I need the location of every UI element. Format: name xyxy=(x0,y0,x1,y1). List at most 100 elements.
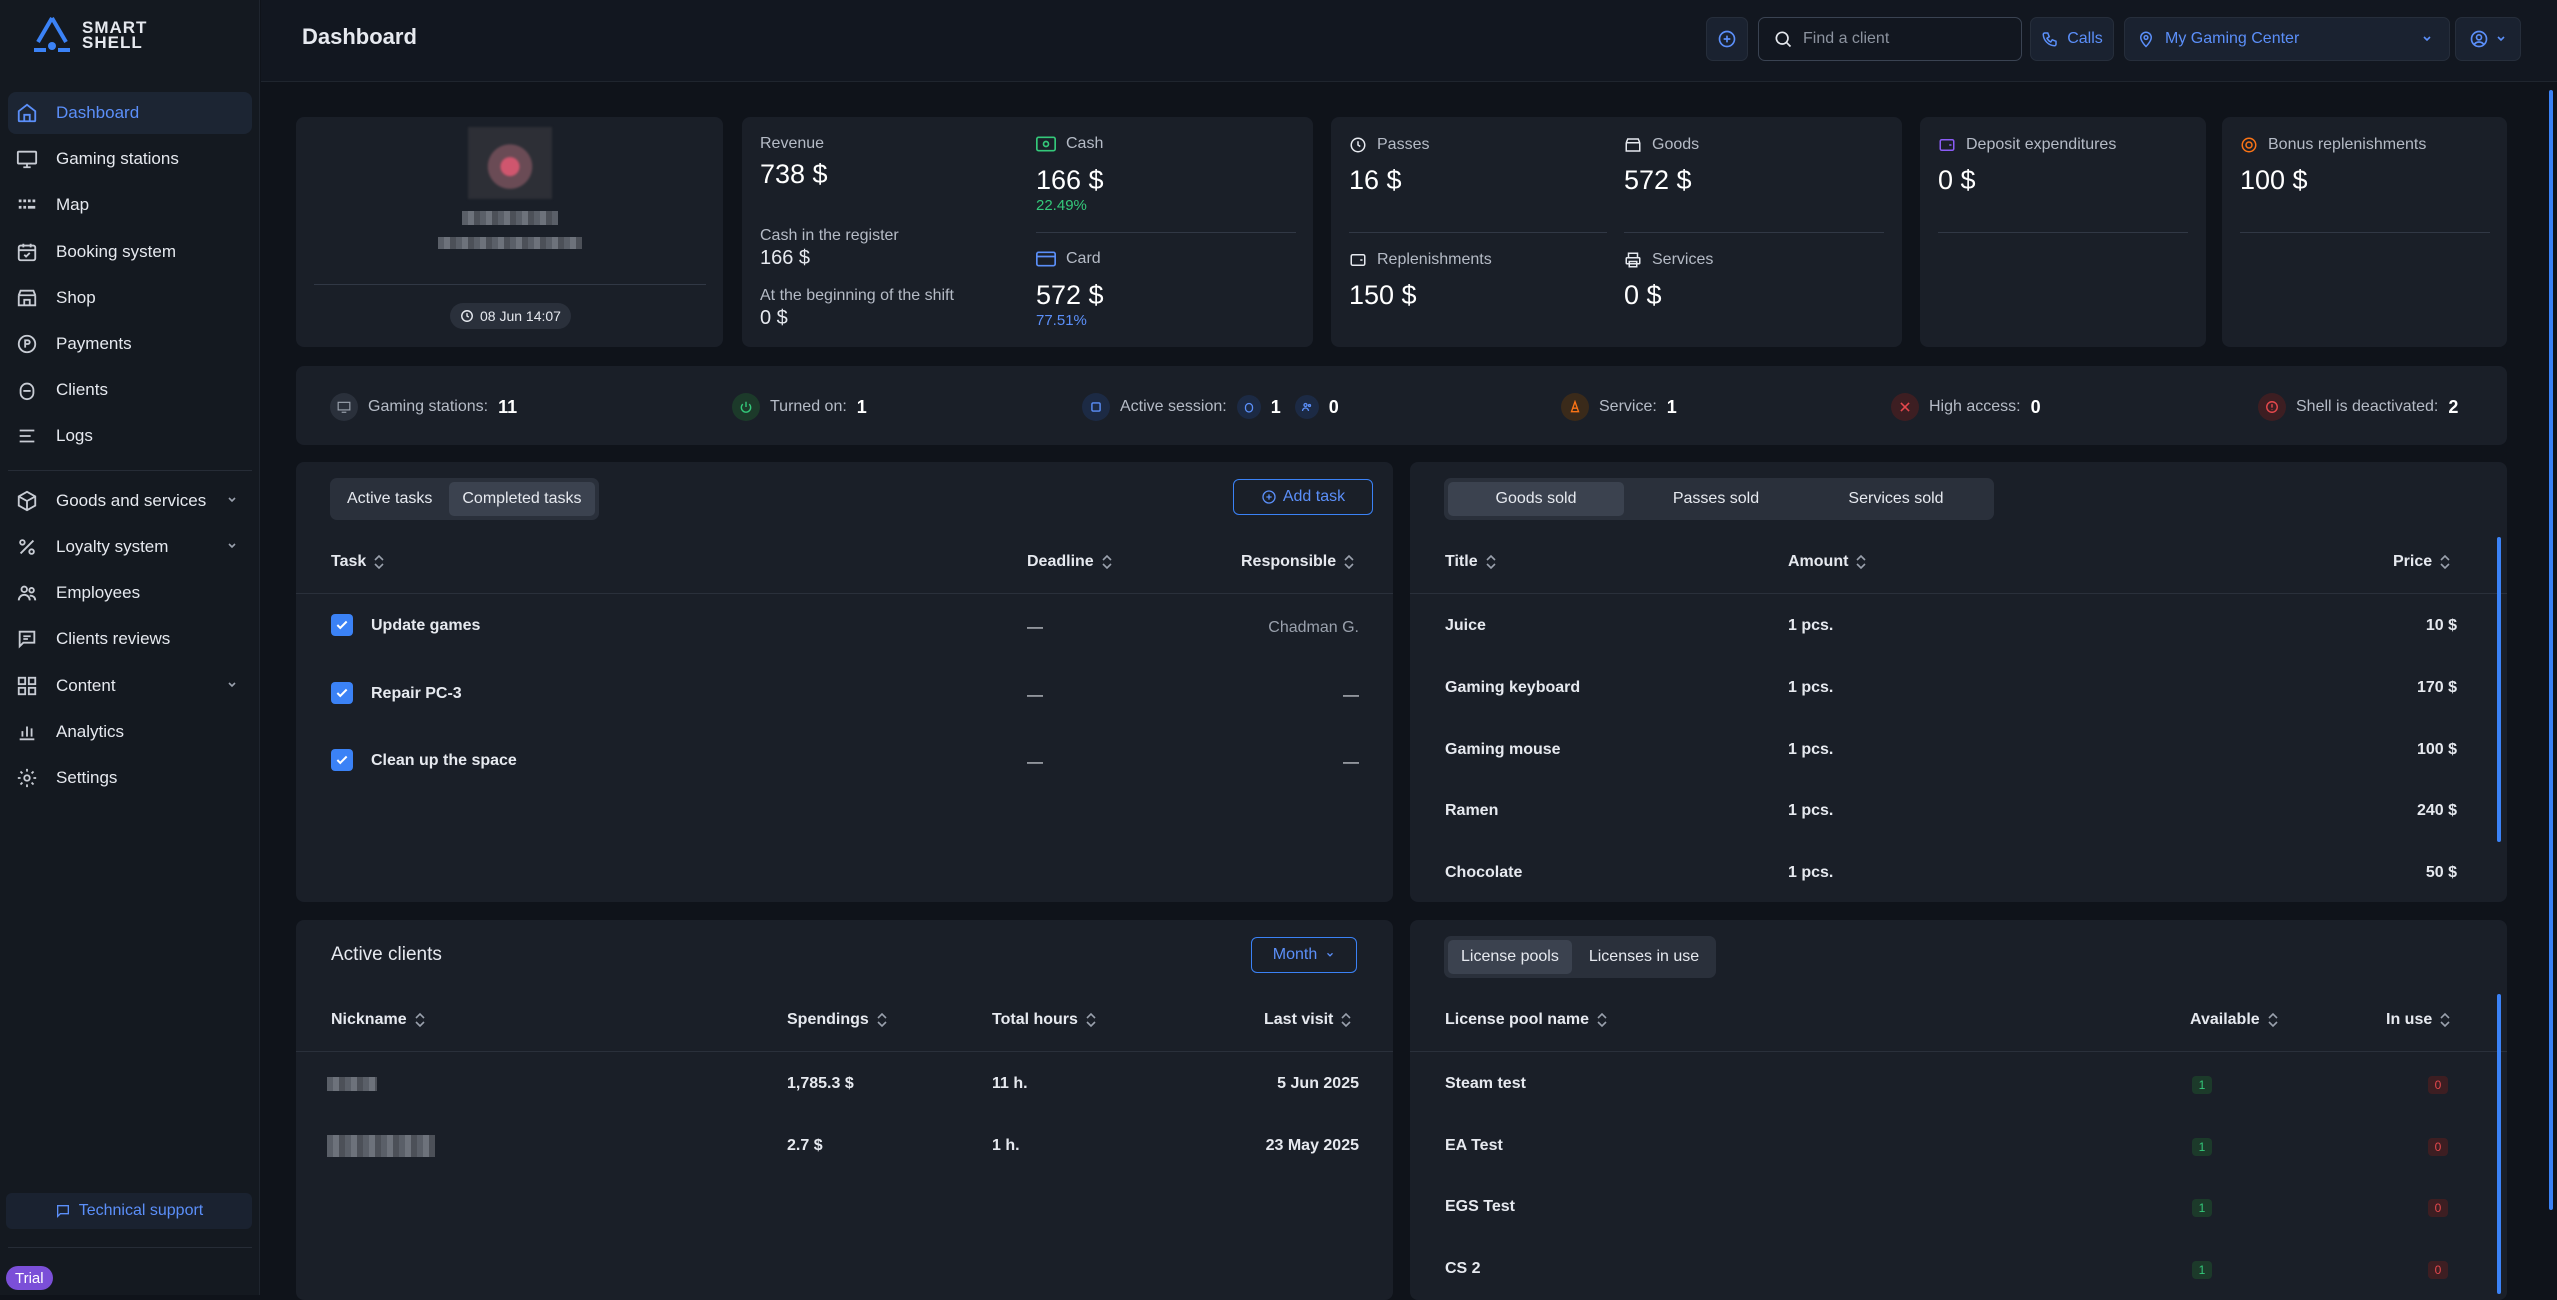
list-icon xyxy=(19,429,35,443)
sidebar-item-logs[interactable]: Logs xyxy=(8,415,252,457)
tab-goods-sold[interactable]: Goods sold xyxy=(1448,482,1624,516)
client-nickname-redacted[interactable] xyxy=(327,1077,377,1091)
sort-icon xyxy=(1856,554,1867,570)
period-select[interactable]: Month xyxy=(1251,937,1357,973)
clock-icon xyxy=(1350,137,1366,153)
logo[interactable]: SMART SHELL xyxy=(30,16,147,54)
sort-icon xyxy=(415,1012,425,1028)
goods-title: Juice xyxy=(1445,617,1486,634)
stat-turned-on[interactable]: Turned on: 1 xyxy=(732,393,867,421)
sidebar-item-settings[interactable]: Settings xyxy=(8,757,252,799)
column-header-price[interactable]: Price xyxy=(2393,553,2450,571)
sales-card: Passes 16 $ Replenishments 150 $ Goods 5… xyxy=(1331,117,1902,347)
tab-license-pools[interactable]: License pools xyxy=(1448,940,1572,974)
period-label: Month xyxy=(1272,946,1318,963)
column-header-last-visit[interactable]: Last visit xyxy=(1264,1011,1351,1029)
client-last-visit: 23 May 2025 xyxy=(1265,1137,1359,1154)
stat-label: High access: xyxy=(1929,398,2021,415)
calls-button[interactable]: Calls xyxy=(2030,17,2114,61)
client-nickname-redacted[interactable] xyxy=(327,1135,435,1157)
licenses-scrollbar[interactable] xyxy=(2497,994,2501,1294)
tab-passes-sold[interactable]: Passes sold xyxy=(1628,482,1804,516)
stat-value: 2 xyxy=(2448,396,2459,417)
percent-icon xyxy=(19,539,35,555)
task-title: Update games xyxy=(371,617,481,634)
in-use-badge: 0 xyxy=(2428,1076,2448,1094)
column-header-pool-name[interactable]: License pool name xyxy=(1445,1011,1607,1029)
column-label: Responsible xyxy=(1241,553,1337,570)
sidebar-item-content[interactable]: Content xyxy=(8,665,252,707)
sidebar-item-reviews[interactable]: Clients reviews xyxy=(8,618,252,660)
sidebar-item-booking[interactable]: Booking system xyxy=(8,231,252,273)
sidebar-item-gaming-stations[interactable]: Gaming stations xyxy=(8,138,252,180)
stat-service[interactable]: Service: 1 xyxy=(1561,393,1677,421)
target-icon xyxy=(2241,137,2257,153)
technical-support-button[interactable]: Technical support xyxy=(6,1193,252,1229)
sidebar-item-shop[interactable]: Shop xyxy=(8,277,252,319)
goods-scrollbar[interactable] xyxy=(2497,537,2501,842)
tab-services-sold[interactable]: Services sold xyxy=(1808,482,1984,516)
column-header-nickname[interactable]: Nickname xyxy=(331,1011,425,1029)
sidebar-item-label: Employees xyxy=(56,583,141,602)
trial-badge[interactable]: Trial xyxy=(6,1266,53,1290)
sidebar-item-analytics[interactable]: Analytics xyxy=(8,711,252,753)
bonus-label: Bonus replenishments xyxy=(2268,136,2427,153)
calendar-icon xyxy=(17,243,37,262)
sidebar-item-goods-services[interactable]: Goods and services xyxy=(8,480,252,522)
shift-time: 08 Jun 14:07 xyxy=(480,308,561,324)
goods-value: 572 $ xyxy=(1624,165,1692,195)
stat-shell-deactivated[interactable]: Shell is deactivated: 2 xyxy=(2258,393,2458,421)
sidebar-item-loyalty[interactable]: Loyalty system xyxy=(8,526,252,568)
sort-icon xyxy=(2268,1012,2278,1028)
sidebar-item-employees[interactable]: Employees xyxy=(8,572,252,614)
stat-gaming-stations[interactable]: Gaming stations: 11 xyxy=(330,393,517,421)
column-header-available[interactable]: Available xyxy=(2190,1011,2278,1029)
task-checkbox[interactable] xyxy=(331,749,353,771)
revenue-card: Revenue 738 $ Cash in the register 166 $… xyxy=(742,117,1313,347)
location-select[interactable]: My Gaming Center xyxy=(2124,17,2450,61)
gear-icon xyxy=(17,768,37,788)
user-menu-button[interactable] xyxy=(2455,17,2521,61)
page-scrollbar[interactable] xyxy=(2549,90,2553,1210)
column-header-amount[interactable]: Amount xyxy=(1788,553,1867,571)
stat-active-session[interactable]: Active session: 1 0 xyxy=(1082,393,1339,421)
search-input[interactable]: Find a client xyxy=(1758,17,2022,61)
sidebar-item-payments[interactable]: Payments xyxy=(8,323,252,365)
plus-circle-icon xyxy=(1718,30,1736,48)
stat-high-access[interactable]: High access: 0 xyxy=(1891,393,2041,421)
divider xyxy=(1410,593,2507,594)
sidebar-item-label: Shop xyxy=(56,288,96,307)
task-checkbox[interactable] xyxy=(331,614,353,636)
guest-icon xyxy=(1236,395,1261,419)
add-button[interactable] xyxy=(1706,17,1748,61)
column-header-deadline[interactable]: Deadline xyxy=(1027,553,1112,571)
sidebar-divider xyxy=(8,470,252,471)
column-header-title[interactable]: Title xyxy=(1445,553,1496,571)
client-spendings: 2.7 $ xyxy=(787,1137,823,1154)
sidebar-item-map[interactable]: Map xyxy=(8,184,252,226)
in-use-badge: 0 xyxy=(2428,1138,2448,1156)
tab-completed-tasks[interactable]: Completed tasks xyxy=(449,482,595,516)
column-header-spendings[interactable]: Spendings xyxy=(787,1011,887,1029)
add-task-button[interactable]: Add task xyxy=(1233,479,1373,515)
column-header-in-use[interactable]: In use xyxy=(2386,1011,2450,1029)
column-header-task[interactable]: Task xyxy=(331,553,384,571)
divider xyxy=(296,593,1393,594)
deposit-value: 0 $ xyxy=(1938,165,1976,195)
sidebar-item-label: Settings xyxy=(56,768,118,787)
sidebar-item-clients[interactable]: Clients xyxy=(8,369,252,411)
check-icon xyxy=(336,755,348,765)
employee-role-redacted xyxy=(438,237,582,249)
sidebar-item-label: Logs xyxy=(56,426,93,445)
column-header-responsible[interactable]: Responsible xyxy=(1241,553,1354,571)
cone-icon xyxy=(1561,393,1589,421)
avatar[interactable] xyxy=(468,127,552,199)
replenishments-value: 150 $ xyxy=(1349,280,1417,310)
sidebar-item-dashboard[interactable]: Dashboard xyxy=(8,92,252,134)
card-percent: 77.51% xyxy=(1036,312,1087,329)
task-checkbox[interactable] xyxy=(331,682,353,704)
tab-active-tasks[interactable]: Active tasks xyxy=(334,482,445,516)
divider xyxy=(1036,232,1296,233)
tab-licenses-in-use[interactable]: Licenses in use xyxy=(1576,940,1712,974)
column-header-total-hours[interactable]: Total hours xyxy=(992,1011,1096,1029)
